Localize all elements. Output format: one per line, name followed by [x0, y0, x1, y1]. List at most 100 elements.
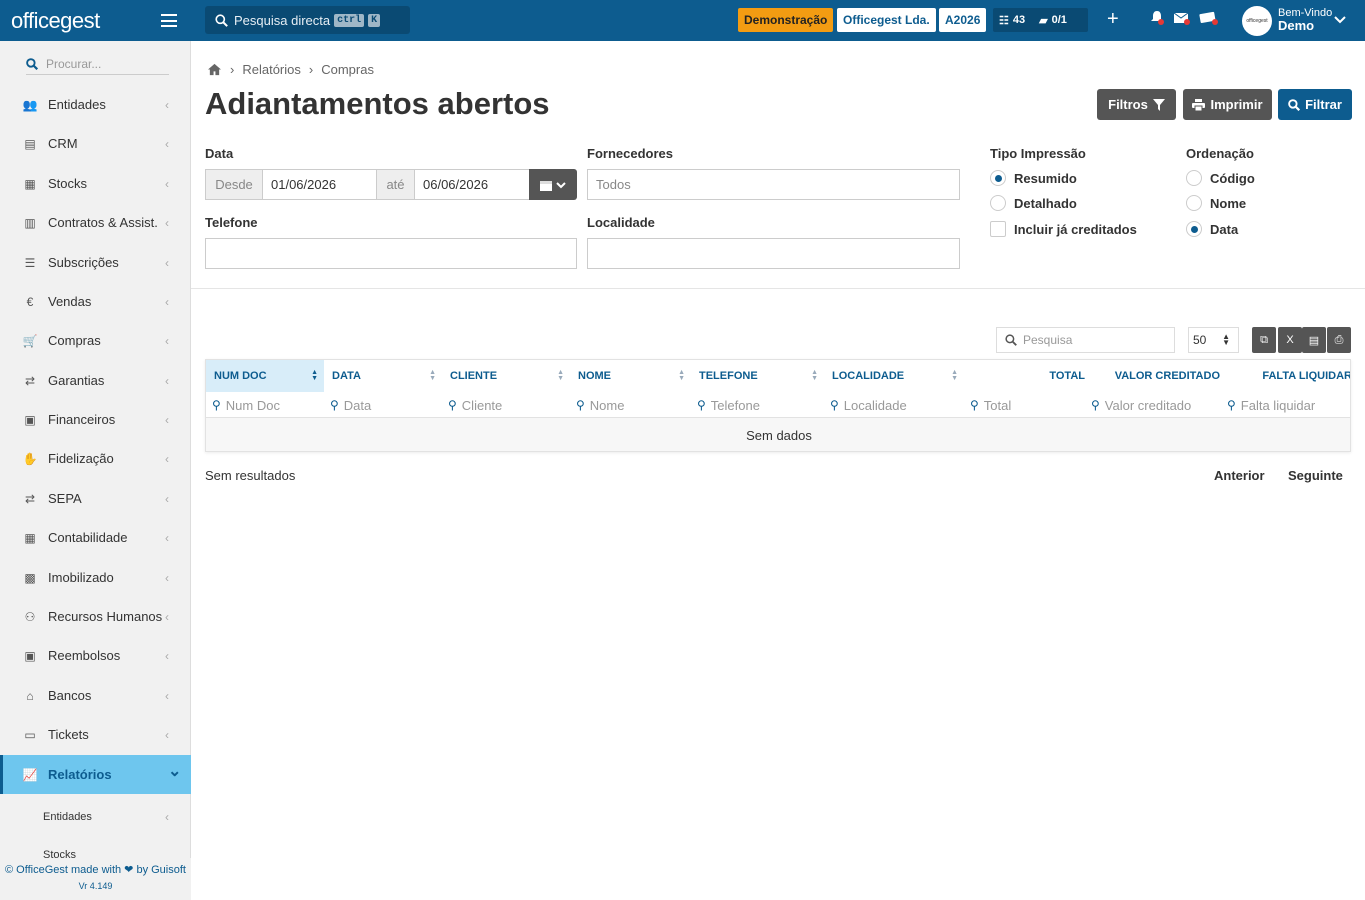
year-badge[interactable]: A2026 — [939, 8, 987, 32]
sidebar-item-vendas[interactable]: € Vendas ‹ — [0, 282, 191, 321]
col-falta-liquidar[interactable]: FALTA LIQUIDAR — [1224, 360, 1350, 392]
filter-falta-liquidar[interactable]: ⚲ Falta liquidar — [1221, 393, 1350, 417]
sidebar-subitem-entidades[interactable]: Entidades ‹ — [0, 797, 191, 836]
sidebar-item-financeiros[interactable]: ▣ Financeiros ‹ — [0, 400, 191, 439]
radio-detalhado[interactable]: Detalhado — [990, 195, 1077, 211]
radio-nome[interactable]: Nome — [1186, 195, 1246, 211]
search-icon — [1288, 98, 1301, 111]
demo-badge[interactable]: Demonstração — [738, 8, 834, 32]
sidebar-item-entidades[interactable]: 👥 Entidades ‹ — [0, 85, 191, 124]
home-icon[interactable] — [207, 63, 222, 76]
pdf-icon[interactable]: ▤ — [1302, 327, 1326, 353]
sidebar-item-tickets[interactable]: ▭ Tickets ‹ — [0, 715, 191, 754]
filter-valor-creditado[interactable]: ⚲ Valor creditado — [1085, 393, 1220, 417]
chevron-down-icon[interactable] — [1334, 13, 1346, 28]
counters[interactable]: ☷ 43 ▰ 0/1 — [993, 8, 1088, 32]
checkbox[interactable] — [990, 221, 1006, 237]
sidebar-item-sepa[interactable]: ⇄ SEPA ‹ — [0, 479, 191, 518]
global-search[interactable]: Pesquisa directa ctrl K — [205, 6, 410, 34]
radio-button[interactable] — [990, 195, 1006, 211]
sidebar-item-garantias[interactable]: ⇄ Garantias ‹ — [0, 361, 191, 400]
col-localidade[interactable]: LOCALIDADE ▲ ▼ — [824, 360, 964, 392]
sidebar-item-stocks[interactable]: ▦ Stocks ‹ — [0, 164, 191, 203]
sidebar-item-reembolsos[interactable]: ▣ Reembolsos ‹ — [0, 636, 191, 675]
filter-localidade[interactable]: ⚲ Localidade — [824, 393, 964, 417]
page-size-select[interactable]: 50 ▲ ▼ — [1188, 327, 1239, 353]
locality-input[interactable] — [587, 238, 960, 269]
sidebar-item-label: Subscrições — [48, 255, 119, 270]
menu-toggle-icon[interactable] — [161, 14, 177, 27]
col-cliente[interactable]: CLIENTE ▲ ▼ — [442, 360, 570, 392]
company-badge[interactable]: Officegest Lda. — [837, 8, 936, 32]
sidebar-item-recursos-humanos[interactable]: ⚇ Recursos Humanos ‹ — [0, 597, 191, 636]
radio-button[interactable] — [1186, 170, 1202, 186]
filter-button[interactable]: Filtrar — [1278, 89, 1352, 120]
plus-icon[interactable]: + — [1107, 8, 1119, 31]
radio-button[interactable] — [1186, 195, 1202, 211]
filter-nome[interactable]: ⚲ Nome — [570, 393, 691, 417]
avatar[interactable]: officegest — [1242, 6, 1272, 36]
copy-icon[interactable]: ⧉ — [1252, 327, 1276, 353]
breadcrumb-item[interactable]: Relatórios — [242, 62, 301, 77]
col-total[interactable]: TOTAL — [964, 360, 1089, 392]
print-button[interactable]: Imprimir — [1183, 89, 1272, 120]
col-nome[interactable]: NOME ▲ ▼ — [570, 360, 691, 392]
filter-num-doc[interactable]: ⚲ Num Doc — [206, 393, 324, 417]
sidebar-search[interactable]: Procurar... — [26, 53, 169, 75]
date-from-input[interactable]: 01/06/2026 — [262, 169, 377, 200]
date-to-input[interactable]: 06/06/2026 — [414, 169, 530, 200]
suppliers-select[interactable]: Todos — [587, 169, 960, 200]
cart-icon: 🛒 — [22, 333, 38, 348]
sidebar-item-label: Compras — [48, 333, 101, 348]
print-icon[interactable]: ⎙ — [1327, 327, 1351, 353]
col-valor-creditado[interactable]: VALOR CREDITADO — [1089, 360, 1224, 392]
chevron-left-icon: ‹ — [165, 137, 169, 151]
radio-button[interactable] — [990, 170, 1006, 186]
sidebar-item-crm[interactable]: ▤ CRM ‹ — [0, 124, 191, 163]
sidebar-subitem-label: Entidades — [43, 810, 92, 823]
next-page-button[interactable]: Seguinte — [1288, 468, 1343, 483]
col-label: NOME — [578, 370, 611, 382]
col-label: LOCALIDADE — [832, 370, 905, 382]
bell-icon[interactable] — [1149, 10, 1165, 31]
prev-page-button[interactable]: Anterior — [1214, 468, 1265, 483]
radio-resumido[interactable]: Resumido — [990, 170, 1077, 186]
sidebar-item-fideliza-o[interactable]: ✋ Fidelização ‹ — [0, 439, 191, 478]
locality-label: Localidade — [587, 215, 655, 230]
sidebar-item-label: Garantias — [48, 373, 105, 388]
sidebar-item-contratos-assist-[interactable]: ▥ Contratos & Assist. ‹ — [0, 203, 191, 242]
table-search-input[interactable]: Pesquisa — [996, 327, 1175, 353]
col-data[interactable]: DATA ▲ ▼ — [324, 360, 442, 392]
col-telefone[interactable]: TELEFONE ▲ ▼ — [691, 360, 824, 392]
phone-input[interactable] — [205, 238, 577, 269]
sidebar-item-imobilizado[interactable]: ▩ Imobilizado ‹ — [0, 558, 191, 597]
radio-button[interactable] — [1186, 221, 1202, 237]
sidebar-item-bancos[interactable]: ⌂ Bancos ‹ — [0, 676, 191, 715]
sidebar-item-compras[interactable]: 🛒 Compras ‹ — [0, 321, 191, 360]
filters-button[interactable]: Filtros — [1097, 89, 1176, 120]
ticket-icon[interactable] — [1199, 10, 1219, 31]
search-icon: ⚲ — [448, 398, 457, 412]
filter-data[interactable]: ⚲ Data — [324, 393, 442, 417]
print-button-label: Imprimir — [1210, 97, 1263, 112]
filter-telefone[interactable]: ⚲ Telefone — [691, 393, 824, 417]
breadcrumb-item[interactable]: Compras — [321, 62, 374, 77]
chevron-left-icon: ‹ — [165, 492, 169, 506]
sidebar-subitem-stocks[interactable]: Stocks — [0, 836, 191, 858]
filter-total[interactable]: ⚲ Total — [964, 393, 1089, 417]
radio-data[interactable]: Data — [1186, 221, 1238, 237]
sidebar-item-relat-rios[interactable]: 📈 Relatórios ⌄ — [0, 755, 191, 794]
mail-icon[interactable] — [1173, 10, 1191, 31]
radio-codigo[interactable]: Código — [1186, 170, 1255, 186]
include-credited-checkbox[interactable]: Incluir já creditados — [990, 221, 1137, 237]
user-info[interactable]: Bem-Vindo Demo — [1278, 7, 1332, 33]
logo[interactable]: officegest — [0, 0, 191, 41]
col-num-doc[interactable]: NUM DOC ▲ ▼ — [206, 360, 324, 392]
sidebar-item-contabilidade[interactable]: ▦ Contabilidade ‹ — [0, 518, 191, 557]
filter-cliente[interactable]: ⚲ Cliente — [442, 393, 570, 417]
sidebar-item-subscri-es[interactable]: ☰ Subscrições ‹ — [0, 243, 191, 282]
sort-icon: ▲ ▼ — [951, 369, 958, 382]
radio-label: Data — [1210, 221, 1239, 237]
excel-icon[interactable]: X — [1278, 327, 1302, 353]
calendar-dropdown-button[interactable] — [529, 169, 577, 200]
